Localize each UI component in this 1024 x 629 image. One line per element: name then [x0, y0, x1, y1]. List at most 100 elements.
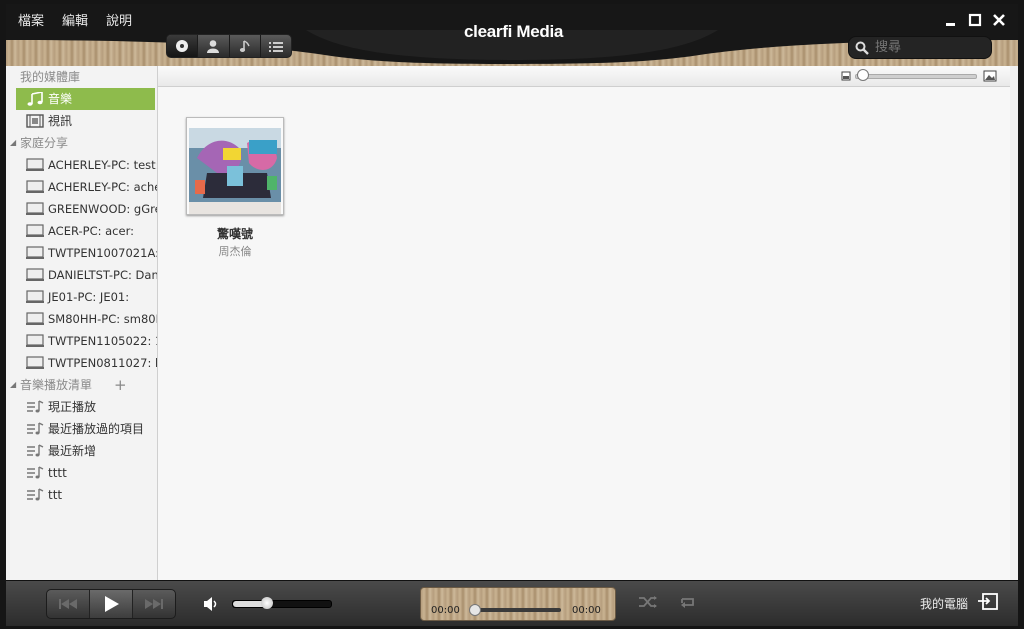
film-icon — [26, 114, 44, 128]
sidebar: 我的媒體庫 音樂 視訊 ◢ 家庭分享 ACHERLEY-PC: test: ACH… — [6, 66, 158, 580]
album-cover[interactable] — [186, 117, 284, 215]
volume-slider-knob[interactable] — [261, 597, 274, 609]
close-icon — [993, 14, 1005, 26]
playlist-label: 最近播放過的項目 — [48, 422, 145, 436]
share-item[interactable]: ACER-PC: acer: — [6, 220, 157, 242]
share-item-label: JE01-PC: JE01: — [48, 290, 130, 304]
share-item[interactable]: GREENWOOD: gGreenwood — [6, 198, 157, 220]
previous-icon — [59, 599, 77, 609]
playlist-icon — [27, 488, 44, 501]
computer-icon — [26, 180, 44, 193]
thumbnail-size-slider[interactable] — [855, 74, 977, 79]
playlist-icon — [27, 400, 44, 413]
music-note-icon — [239, 40, 250, 52]
playlist-icon — [27, 466, 44, 479]
volume-icon[interactable] — [203, 596, 219, 612]
next-button[interactable] — [133, 590, 175, 618]
album-tile[interactable]: 驚嘆號 周杰倫 — [186, 117, 284, 259]
share-item-label: ACHERLEY-PC: test: — [48, 158, 157, 172]
search-input[interactable] — [873, 39, 987, 56]
share-item[interactable]: TWTPEN1007021A: 1007021A — [6, 242, 157, 264]
device-label: 我的電腦 — [920, 597, 969, 611]
share-item[interactable]: TWTPEN0811027: hh: — [6, 352, 157, 374]
share-item-label: TWTPEN1105022: 1105022 — [48, 334, 157, 348]
computer-icon — [26, 268, 44, 281]
playlist-item[interactable]: 最近播放過的項目 — [6, 418, 157, 440]
share-item[interactable]: ACHERLEY-PC: acherley — [6, 176, 157, 198]
playlist-item[interactable]: ttt — [6, 484, 157, 506]
share-item-label: GREENWOOD: gGreenwood — [48, 202, 157, 216]
share-item-label: ACER-PC: acer: — [48, 224, 134, 238]
tab-artists[interactable] — [198, 35, 230, 57]
minimize-icon — [946, 23, 955, 26]
playlist-label: tttt — [48, 466, 67, 480]
maximize-icon — [968, 13, 982, 27]
share-item-label: ACHERLEY-PC: acherley — [48, 180, 157, 194]
menu-edit[interactable]: 編輯 — [62, 10, 88, 29]
computer-icon — [26, 290, 44, 303]
volume-slider[interactable] — [232, 597, 332, 609]
repeat-icon[interactable] — [678, 595, 698, 609]
home-share-header[interactable]: ◢ 家庭分享 — [6, 132, 157, 154]
playlist-icon — [27, 422, 44, 435]
share-item[interactable]: ACHERLEY-PC: test: — [6, 154, 157, 176]
computer-icon — [26, 312, 44, 325]
share-item[interactable]: TWTPEN1105022: 1105022 — [6, 330, 157, 352]
sidebar-item-video[interactable]: 視訊 — [6, 110, 157, 132]
menu-help[interactable]: 說明 — [106, 10, 132, 29]
playlist-header[interactable]: ◢ 音樂播放清單 + — [6, 374, 157, 396]
share-item[interactable]: DANIELTST-PC: Daniel — [6, 264, 157, 286]
tab-albums[interactable] — [167, 35, 199, 57]
sidebar-item-label: 音樂 — [48, 92, 73, 106]
next-icon — [145, 599, 163, 609]
menu-file[interactable]: 檔案 — [18, 10, 44, 29]
previous-button[interactable] — [47, 590, 90, 618]
playlist-item[interactable]: 現正播放 — [6, 396, 157, 418]
album-title: 驚嘆號 — [216, 227, 253, 241]
minimize-button[interactable] — [944, 12, 958, 26]
thumbnail-size-slider-knob[interactable] — [857, 69, 869, 81]
music-icon — [27, 92, 43, 106]
large-thumbnail-icon — [983, 70, 997, 82]
add-playlist-button[interactable]: + — [114, 374, 127, 396]
collapse-arrow-icon: ◢ — [10, 380, 17, 389]
share-item[interactable]: JE01-PC: JE01: — [6, 286, 157, 308]
player-bar: 00:00 00:00 我的電腦 — [6, 580, 1018, 626]
album-art-image — [187, 118, 283, 214]
content-scrollbar[interactable] — [1010, 66, 1018, 580]
library-header: 我的媒體庫 — [20, 70, 81, 84]
play-icon — [105, 596, 119, 612]
playlist-icon — [27, 444, 44, 457]
person-icon — [207, 40, 220, 53]
collapse-arrow-icon: ◢ — [10, 138, 17, 147]
album-artist: 周杰倫 — [218, 245, 252, 258]
playlist-item[interactable]: 最近新增 — [6, 440, 157, 462]
tab-songs[interactable] — [230, 35, 261, 57]
shuffle-icon[interactable] — [638, 595, 658, 609]
app-window: 檔案 編輯 說明 clearfi Media 搜尋 我的媒體庫 音樂 視訊 ◢ … — [0, 0, 1024, 629]
computer-icon — [26, 224, 44, 237]
sidebar-item-music[interactable]: 音樂 — [16, 88, 155, 110]
window-controls — [944, 12, 1006, 27]
maximize-button[interactable] — [968, 12, 982, 27]
share-item-label: TWTPEN0811027: hh: — [48, 356, 157, 370]
small-thumbnail-icon — [841, 71, 851, 81]
share-item-label: TWTPEN1007021A: 1007021A — [48, 246, 157, 260]
switch-device-icon[interactable] — [977, 593, 999, 611]
disc-icon — [176, 40, 189, 52]
play-button[interactable] — [90, 590, 133, 618]
list-icon — [268, 42, 283, 52]
seek-bar[interactable] — [473, 608, 561, 612]
content-toolbar — [158, 66, 1018, 87]
computer-icon — [26, 246, 44, 259]
search-box — [848, 36, 992, 59]
seek-knob[interactable] — [469, 604, 481, 616]
menu-bar: 檔案 編輯 說明 — [18, 10, 150, 29]
content-area: 驚嘆號 周杰倫 — [158, 66, 1018, 580]
share-item[interactable]: SM80HH-PC: sm80HH — [6, 308, 157, 330]
computer-icon — [26, 334, 44, 347]
playlist-item[interactable]: tttt — [6, 462, 157, 484]
search-icon — [855, 41, 869, 55]
tab-list[interactable] — [261, 35, 291, 57]
close-button[interactable] — [992, 12, 1006, 26]
